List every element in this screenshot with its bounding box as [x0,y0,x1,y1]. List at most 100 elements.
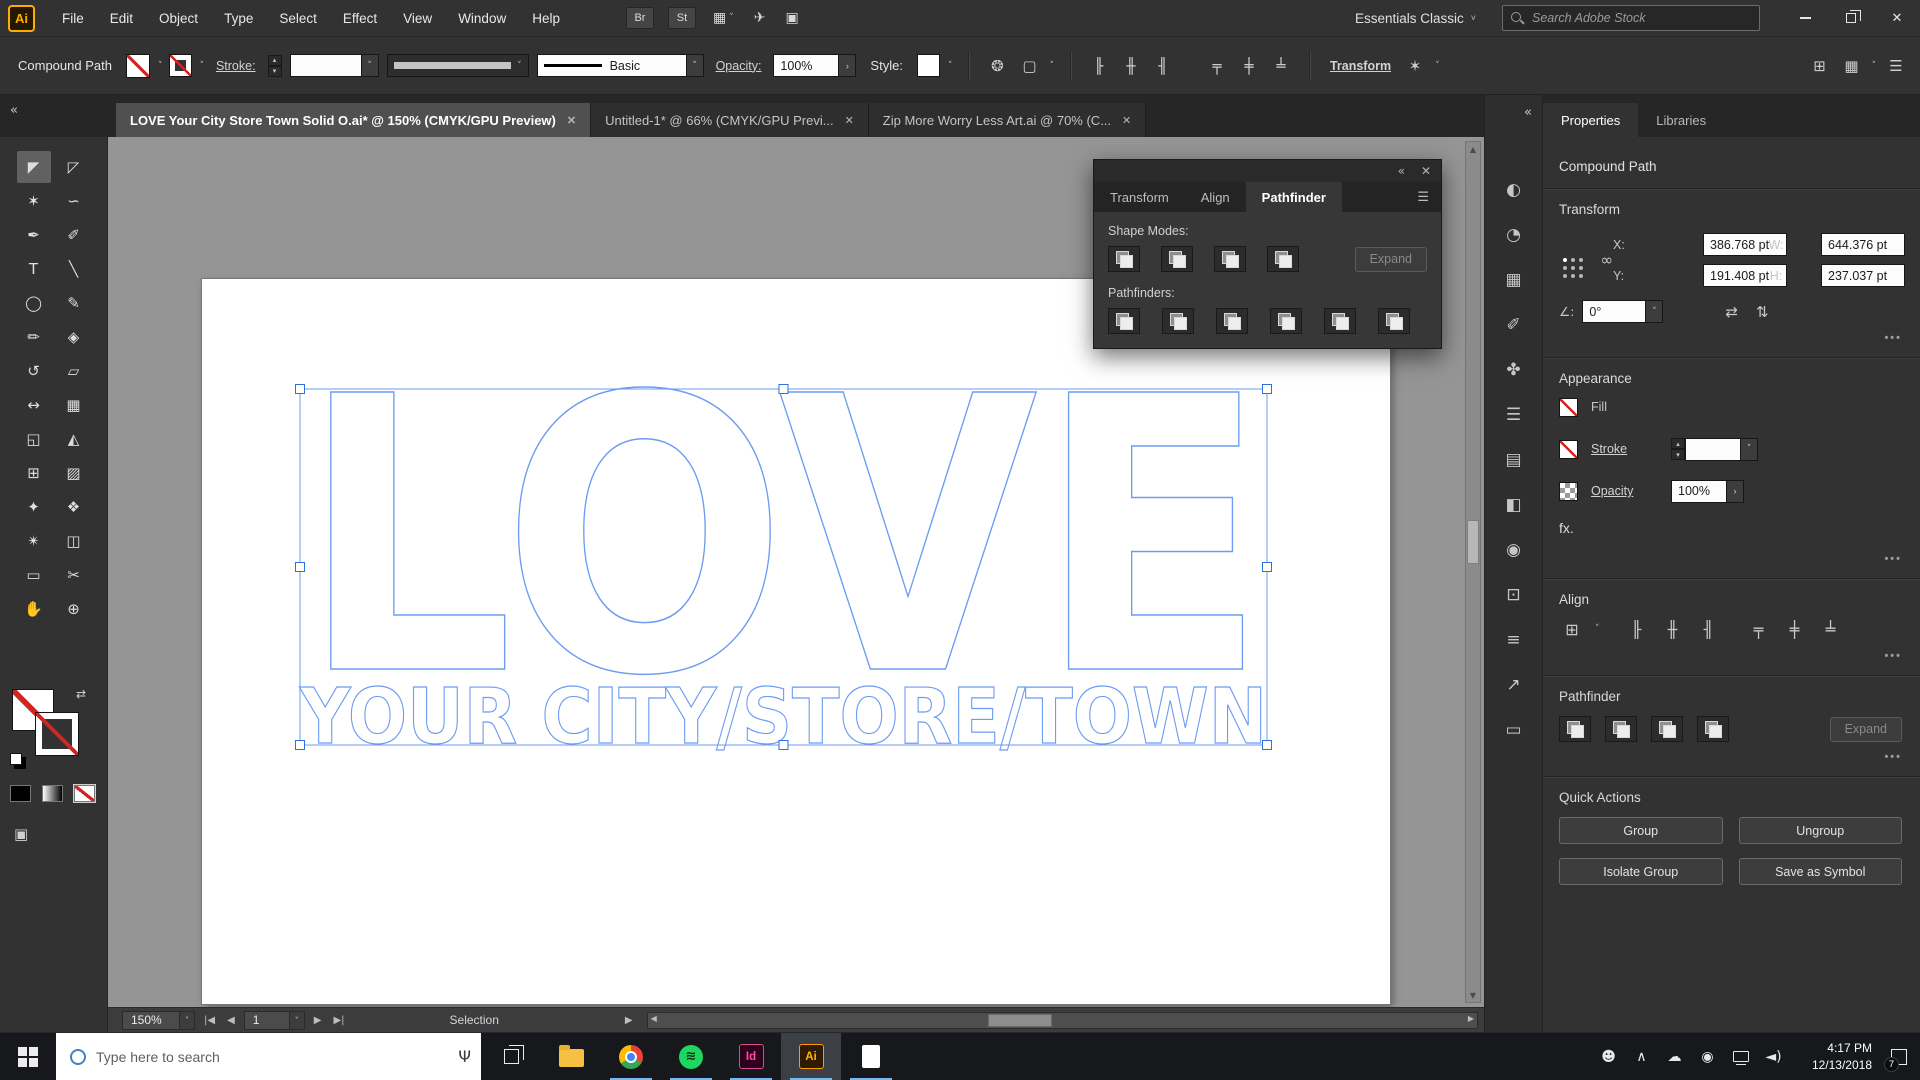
shape-builder-tool[interactable]: ◱ [17,423,51,455]
magic-wand-tool[interactable]: ✶ [17,185,51,217]
curvature-tool[interactable]: ✐ [57,219,91,251]
select-similar-dropdown[interactable]: ˅ [1435,61,1440,71]
default-fill-stroke-icon[interactable] [10,753,22,765]
align-horizontal-left-icon[interactable]: ╟ [1624,617,1650,641]
transparency-panel-icon[interactable]: ◧ [1485,482,1542,527]
reference-point-locator[interactable] [1563,258,1567,262]
menu-effect[interactable]: Effect [330,0,390,37]
spotify-button[interactable]: ≋ [661,1033,721,1080]
fill-dropdown-icon[interactable]: ˅ [158,61,163,71]
recolor-artwork-icon[interactable]: ❂ [985,54,1009,78]
stroke-weight-stepper[interactable]: ▴▾ [1671,438,1685,460]
collapse-panel-icon[interactable]: « [1398,164,1405,178]
stroke-weight-field[interactable] [290,54,362,77]
opacity-field[interactable]: 100% [773,54,839,77]
menu-window[interactable]: Window [445,0,519,37]
exclude-button[interactable] [1697,716,1729,742]
swap-fill-stroke-icon[interactable]: ⇄ [76,687,86,701]
artboards-panel-icon[interactable]: ▭ [1485,707,1542,752]
opacity-link-label[interactable]: Opacity [1591,484,1667,498]
action-center-button[interactable]: 7 [1878,1033,1920,1080]
workspace-switcher[interactable]: Essentials Classic˅ [1355,11,1476,26]
selection-tool[interactable]: ◤ [17,151,51,183]
stroke-color-swatch[interactable] [170,55,191,76]
zoom-tool[interactable]: ⊕ [57,593,91,625]
intersect-button[interactable] [1651,716,1683,742]
free-transform-tool[interactable]: ▦ [57,389,91,421]
close-button[interactable]: ✕ [1874,0,1920,37]
stroke-swatch[interactable] [1559,440,1578,459]
group-button[interactable]: Group [1559,817,1723,844]
expand-dock-icon[interactable]: « [1524,105,1532,120]
task-view-button[interactable] [481,1033,541,1080]
start-button[interactable] [0,1033,56,1080]
stroke-weight-dropdown[interactable]: ˅ [362,54,379,77]
transform-link-label[interactable]: Transform [1330,59,1391,73]
align-vertical-middle-icon[interactable]: ╪ [1237,54,1261,78]
microphone-icon[interactable]: Ψ [458,1047,471,1066]
more-options-icon[interactable]: ••• [1884,752,1902,762]
arrange-documents-grid-icon[interactable]: ⊞ [1808,54,1832,78]
close-tab-icon[interactable]: ✕ [845,114,854,127]
menu-type[interactable]: Type [211,0,266,37]
color-guide-panel-icon[interactable]: ◔ [1485,212,1542,257]
close-tab-icon[interactable]: ✕ [1122,114,1131,127]
pen-tool[interactable]: ✒ [17,219,51,251]
opacity-panel-button[interactable]: › [839,54,856,77]
hidden-icons-chevron[interactable]: ∧ [1625,1033,1658,1080]
isolate-group-button[interactable]: Isolate Group [1559,858,1723,885]
fill-swatch[interactable] [1559,398,1578,417]
stock-button[interactable]: St [668,7,696,29]
none-button[interactable] [74,785,95,802]
share-icon[interactable]: ✈ [754,10,766,26]
stepper-down-icon[interactable]: ▾ [268,66,282,77]
appearance-panel-icon[interactable]: ◉ [1485,527,1542,572]
more-options-icon[interactable]: ••• [1884,554,1902,564]
eraser-tool[interactable]: ◈ [57,321,91,353]
graphic-styles-panel-icon[interactable]: ⊡ [1485,572,1542,617]
zoom-dropdown[interactable]: ˅ [180,1011,195,1030]
zoom-field[interactable]: 150% [122,1011,180,1030]
align-horizontal-right-icon[interactable]: ╢ [1696,617,1722,641]
align-horizontal-right-icon[interactable]: ╢ [1151,54,1175,78]
opacity-field[interactable]: 100% [1671,480,1727,503]
flip-vertical-icon[interactable]: ⇅ [1756,303,1769,321]
align-vertical-middle-icon[interactable]: ╪ [1782,617,1808,641]
align-to-selection-icon[interactable]: ⊞ [1559,617,1585,641]
align-vertical-top-icon[interactable]: ╤ [1205,54,1229,78]
brush-definition-field[interactable]: Basic [537,54,687,77]
scroll-down-icon[interactable]: ▼ [1466,988,1480,1002]
minimize-button[interactable] [1782,0,1828,37]
taskbar-search[interactable]: Ψ [56,1033,481,1080]
vertical-scrollbar[interactable]: ▲ ▼ [1465,141,1481,1003]
hand-tool[interactable]: ✋ [17,593,51,625]
next-artboard-icon[interactable]: ▶ [314,1015,322,1026]
brush-dropdown[interactable]: ˅ [687,54,704,77]
onedrive-icon[interactable]: ☁ [1658,1033,1691,1080]
minus-back-button[interactable] [1378,308,1410,334]
stepper-up-icon[interactable]: ▴ [1671,438,1685,449]
unite-button[interactable] [1108,246,1140,272]
stroke-weight-dropdown[interactable]: ˅ [1741,438,1758,461]
fill-color-swatch[interactable] [126,54,150,78]
arrange-documents-icon[interactable]: ▦˅ [713,10,734,26]
flip-horizontal-icon[interactable]: ⇄ [1725,303,1738,321]
panel-menu-icon[interactable]: ☰ [1884,54,1908,78]
restore-button[interactable] [1828,0,1874,37]
close-panel-icon[interactable]: ✕ [1421,164,1431,178]
gradient-tool[interactable]: ▨ [57,457,91,489]
ungroup-button[interactable]: Ungroup [1739,817,1903,844]
gradient-panel-icon[interactable]: ▤ [1485,437,1542,482]
style-dropdown-icon[interactable]: ˅ [948,61,953,71]
symbols-panel-icon[interactable]: ✤ [1485,347,1542,392]
menu-help[interactable]: Help [519,0,573,37]
minus-front-button[interactable] [1161,246,1193,272]
scroll-right-icon[interactable]: ▶ [1468,1014,1474,1023]
artboard-number-field[interactable]: 1 [244,1011,290,1030]
indesign-button[interactable]: Id [721,1033,781,1080]
rotate-angle-field[interactable]: 0° [1582,300,1646,323]
menu-select[interactable]: Select [266,0,330,37]
color-button[interactable] [10,785,31,802]
unite-button[interactable] [1559,716,1591,742]
paintbrush-tool[interactable]: ✎ [57,287,91,319]
